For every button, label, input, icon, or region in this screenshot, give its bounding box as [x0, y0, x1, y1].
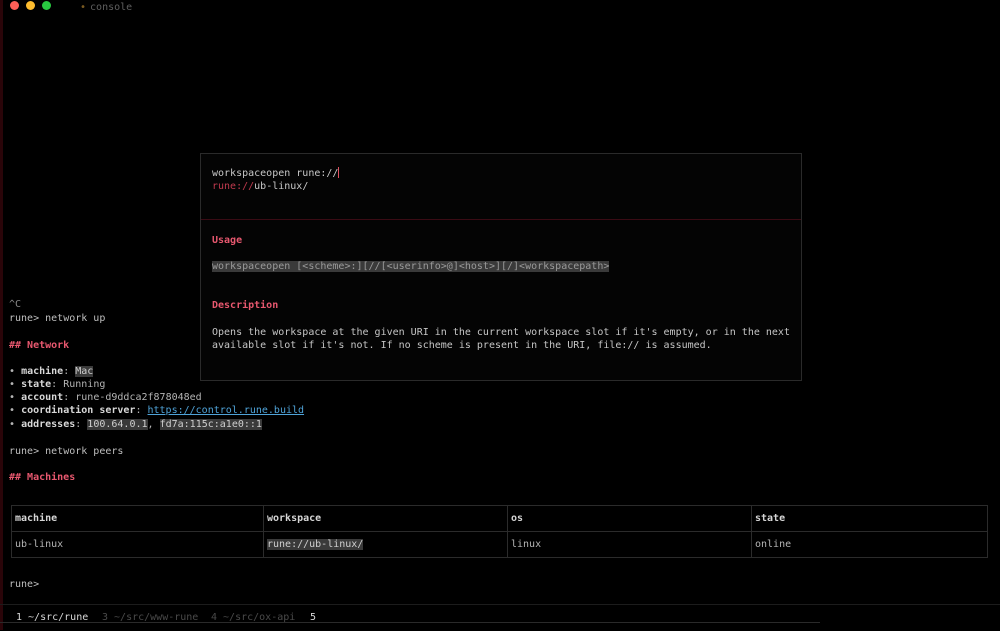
- usage-heading: Usage: [212, 235, 243, 246]
- machines-heading: ## Machines: [9, 472, 76, 483]
- cell-workspace: rune://ub-linux/: [263, 531, 508, 558]
- command-text: network peers: [45, 446, 124, 457]
- window-accent-bar: [0, 0, 3, 630]
- field-key: coordination server: [21, 405, 136, 416]
- network-field-account: • account: rune-d9ddca2f878048ed: [9, 392, 202, 403]
- cell-os: linux: [507, 531, 752, 558]
- field-key: machine: [21, 366, 64, 377]
- bullet-icon: •: [9, 379, 16, 390]
- tab-status-bar: 1 ~/src/rune 3 ~/src/www-rune 4 ~/src/ox…: [0, 604, 1000, 631]
- bullet-icon: •: [9, 405, 16, 416]
- interrupt-line: ^C: [9, 299, 22, 310]
- command-input[interactable]: workspaceopen rune://: [212, 167, 340, 181]
- field-value: rune-d9ddca2f878048ed: [75, 392, 202, 403]
- description-line-1: Opens the workspace at the given URI in …: [212, 327, 790, 338]
- terminal-window: • console ^C rune> network up ## Network …: [0, 0, 1000, 630]
- address-separator: ,: [147, 419, 154, 430]
- field-key: account: [21, 392, 64, 403]
- close-window-button[interactable]: [10, 1, 19, 10]
- title-dot-icon: •: [80, 2, 87, 13]
- network-field-machine: • machine: Mac: [9, 366, 94, 377]
- bullet-icon: •: [9, 419, 16, 430]
- prompt: rune>: [9, 446, 40, 457]
- command-completion-popup: workspaceopen rune:// rune://ub-linux/ U…: [200, 153, 802, 381]
- bullet-icon: •: [9, 366, 16, 377]
- popup-divider: [201, 219, 801, 220]
- coordination-server-link[interactable]: https://control.rune.build: [148, 405, 305, 416]
- network-field-state: • state: Running: [9, 379, 106, 390]
- usage-syntax: workspaceopen [<scheme>:][//[<userinfo>@…: [212, 260, 610, 274]
- field-value: Mac: [75, 366, 94, 377]
- text-cursor: [338, 167, 340, 178]
- description-heading: Description: [212, 300, 279, 311]
- horizontal-scrollbar[interactable]: [0, 622, 820, 623]
- command-line-network-peers: rune> network peers: [9, 445, 123, 458]
- prompt: rune>: [9, 313, 40, 324]
- ipv6-address: fd7a:115c:a1e0::1: [159, 419, 262, 430]
- column-header-machine: machine: [11, 505, 264, 532]
- command-text: network up: [45, 313, 106, 324]
- completion-suggestion[interactable]: rune://ub-linux/: [212, 180, 308, 194]
- workspace-uri: rune://ub-linux/: [267, 539, 364, 550]
- machines-table: machine workspace os state ub-linux rune…: [11, 505, 988, 558]
- field-key: state: [21, 379, 52, 390]
- column-header-os: os: [507, 505, 752, 532]
- title-bar: • console: [0, 0, 1000, 17]
- column-header-workspace: workspace: [263, 505, 508, 532]
- description-line-2: available slot if it's not. If no scheme…: [212, 340, 712, 351]
- bullet-icon: •: [9, 392, 16, 403]
- network-field-addresses: • addresses: 100.64.0.1, fd7a:115c:a1e0:…: [9, 419, 262, 430]
- usage-code: workspaceopen [<scheme>:][//[<userinfo>@…: [212, 261, 610, 272]
- suggestion-prefix: rune://: [212, 181, 255, 192]
- command-line-network-up: rune> network up: [9, 312, 105, 325]
- current-prompt[interactable]: rune>: [9, 578, 39, 591]
- zoom-window-button[interactable]: [42, 1, 51, 10]
- cell-state: online: [751, 531, 988, 558]
- suggestion-rest: ub-linux/: [254, 181, 309, 192]
- table-header-row: machine workspace os state: [11, 505, 988, 532]
- command-input-text: workspaceopen rune://: [212, 168, 339, 179]
- minimize-window-button[interactable]: [26, 1, 35, 10]
- field-key: addresses: [21, 419, 76, 430]
- column-header-state: state: [751, 505, 988, 532]
- network-heading: ## Network: [9, 340, 70, 351]
- network-field-coordination-server: • coordination server: https://control.r…: [9, 405, 305, 416]
- field-value: Running: [63, 379, 106, 390]
- ipv4-address: 100.64.0.1: [87, 419, 148, 430]
- cell-machine: ub-linux: [11, 531, 264, 558]
- window-title: • console: [80, 2, 133, 13]
- table-row: ub-linux rune://ub-linux/ linux online: [11, 531, 988, 558]
